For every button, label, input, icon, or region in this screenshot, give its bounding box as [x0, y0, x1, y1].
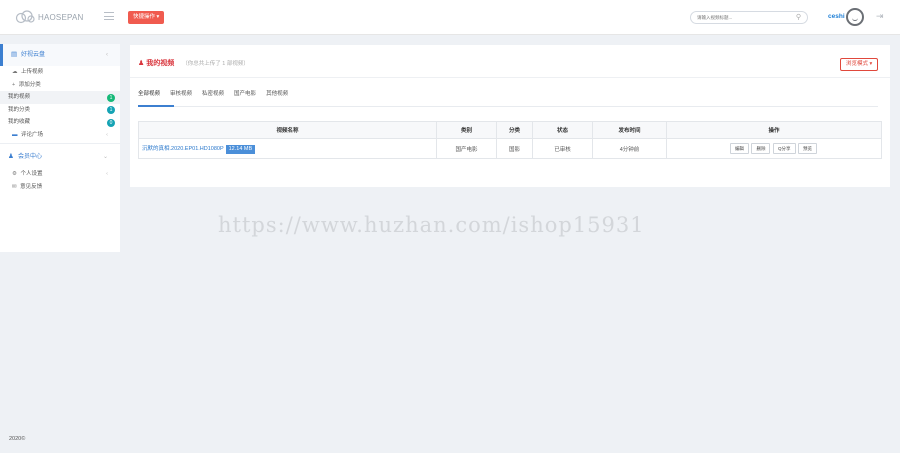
count-badge: 0	[107, 118, 115, 127]
active-tab-indicator	[138, 105, 174, 107]
sidebar-item-upload[interactable]: ☁ 上传视频	[0, 66, 120, 79]
divider	[0, 143, 120, 144]
sidebar: ▤ 好视云盘 ‹ ☁ 上传视频 + 添加分类 我的视频 1 我的分类 1 我的收…	[0, 44, 120, 252]
video-title-link[interactable]: 沉默的真相.2020.EP01.HD1080P	[142, 146, 224, 152]
top-bar: HAOSEPAN 快捷操作 ▾ ⚲ ceshi ⇥	[0, 0, 900, 35]
sidebar-item-settings[interactable]: ⚙ 个人设置 ‹	[0, 168, 120, 181]
tab-all-videos[interactable]: 全部视频	[138, 89, 160, 105]
panel-header: ♟ 我的视频 （你总共上传了 1 部视频）	[138, 58, 249, 68]
sidebar-item-label: 个人设置	[20, 171, 43, 177]
preview-button[interactable]: 预览	[798, 143, 818, 154]
footer-copyright: 2020©	[9, 436, 26, 442]
sidebar-group-cloud[interactable]: ▤ 好视云盘 ‹	[0, 44, 120, 66]
sidebar-item-label: 添加分类	[18, 81, 41, 88]
logout-icon[interactable]: ⇥	[876, 11, 884, 22]
sidebar-item-my-favorites[interactable]: 我的收藏 0	[0, 116, 120, 129]
sidebar-item-label: 上传视频	[21, 69, 44, 75]
tab-domestic-movies[interactable]: 国产电影	[234, 89, 256, 105]
chat-icon: ✉	[12, 183, 17, 190]
main-panel: ♟ 我的视频 （你总共上传了 1 部视频） 浏览模式 ▾ 全部视频 审核视频 私密…	[130, 45, 890, 187]
column-header[interactable]: 类别	[436, 121, 497, 139]
tab-review-videos[interactable]: 审核视频	[170, 89, 192, 105]
share-button[interactable]: Q分享	[773, 143, 796, 154]
cloud-logo-icon	[15, 10, 35, 24]
sidebar-item-label: 我的收藏	[8, 119, 31, 125]
divider	[130, 77, 890, 78]
video-name-cell: 沉默的真相.2020.EP01.HD1080P 12.14 MB	[138, 138, 437, 159]
column-header[interactable]: 发布时间	[592, 121, 667, 139]
plus-icon: +	[12, 81, 16, 88]
logo-text: HAOSEPAN	[38, 12, 84, 22]
table-header-row: 视频名称 类别 分类 状态 发布时间 操作	[138, 121, 882, 139]
divider	[138, 106, 878, 107]
column-header: 操作	[666, 121, 882, 139]
view-mode-button[interactable]: 浏览模式 ▾	[840, 58, 879, 71]
chevron-left-icon: ‹	[106, 131, 108, 138]
delete-button[interactable]: 删除	[751, 143, 771, 154]
sidebar-item-my-videos[interactable]: 我的视频 1	[0, 91, 120, 104]
sidebar-item-label: 我的视频	[8, 94, 31, 100]
page-subtitle: （你总共上传了 1 部视频）	[182, 61, 249, 67]
gear-icon: ⚙	[12, 171, 17, 177]
tab-other-videos[interactable]: 其他视频	[266, 89, 288, 105]
sidebar-item-feedback[interactable]: ✉ 意见反馈	[0, 181, 120, 194]
count-badge: 1	[107, 106, 115, 114]
user-icon: ♟	[138, 60, 145, 67]
actions-cell: 编辑 删除 Q分享 预览	[666, 138, 882, 159]
column-header[interactable]: 视频名称	[138, 121, 437, 139]
cloud-upload-icon: ☁	[12, 69, 18, 75]
username[interactable]: ceshi	[828, 13, 845, 20]
tab-private-videos[interactable]: 私密视频	[202, 89, 224, 105]
table-row: 沉默的真相.2020.EP01.HD1080P 12.14 MB 国产电影 国影 …	[138, 138, 882, 159]
folder-icon: ▬	[12, 131, 18, 138]
column-header[interactable]: 状态	[532, 121, 593, 139]
disk-icon: ▤	[11, 51, 18, 58]
chevron-down-icon: ⌄	[102, 154, 108, 160]
search-icon[interactable]: ⚲	[796, 13, 801, 21]
page-title-text: 我的视频	[146, 60, 175, 67]
quick-action-button[interactable]: 快捷操作 ▾	[128, 11, 165, 24]
edit-button[interactable]: 编辑	[729, 143, 749, 154]
menu-toggle-icon[interactable]	[104, 12, 114, 20]
search-box: ⚲	[690, 11, 808, 24]
avatar[interactable]	[846, 8, 864, 26]
watermark: https://www.huzhan.com/ishop15931	[218, 213, 645, 237]
file-size-badge: 12.14 MB	[225, 144, 256, 154]
column-header[interactable]: 分类	[496, 121, 533, 139]
count-badge: 1	[107, 93, 115, 102]
chevron-left-icon: ‹	[106, 171, 108, 177]
page-title: ♟ 我的视频	[138, 58, 174, 68]
sidebar-item-label: 评论广场	[21, 131, 44, 138]
tab-bar: 全部视频 审核视频 私密视频 国产电影 其他视频	[138, 89, 298, 105]
sidebar-group-label: 好视云盘	[21, 52, 46, 58]
class-cell: 国影	[496, 138, 533, 159]
status-cell: 已审核	[532, 138, 593, 159]
logo[interactable]: HAOSEPAN	[15, 9, 83, 25]
sidebar-item-label: 意见反馈	[20, 183, 43, 190]
sidebar-item-add-category[interactable]: + 添加分类	[0, 79, 120, 92]
user-icon: ♟	[8, 153, 14, 160]
sidebar-group-member[interactable]: ♟ 会员中心 ⌄	[0, 146, 120, 168]
sidebar-item-my-categories[interactable]: 我的分类 1	[0, 104, 120, 117]
time-cell: 4分钟前	[592, 138, 667, 159]
sidebar-group-label: 会员中心	[18, 154, 43, 160]
category-cell: 国产电影	[436, 138, 497, 159]
chevron-left-icon: ‹	[106, 52, 108, 58]
sidebar-item-comments[interactable]: ▬ 评论广场 ‹	[0, 129, 120, 142]
sidebar-item-label: 我的分类	[8, 106, 31, 113]
video-table: 视频名称 类别 分类 状态 发布时间 操作 沉默的真相.2020.EP01.HD…	[138, 121, 882, 159]
search-input[interactable]	[691, 12, 786, 23]
